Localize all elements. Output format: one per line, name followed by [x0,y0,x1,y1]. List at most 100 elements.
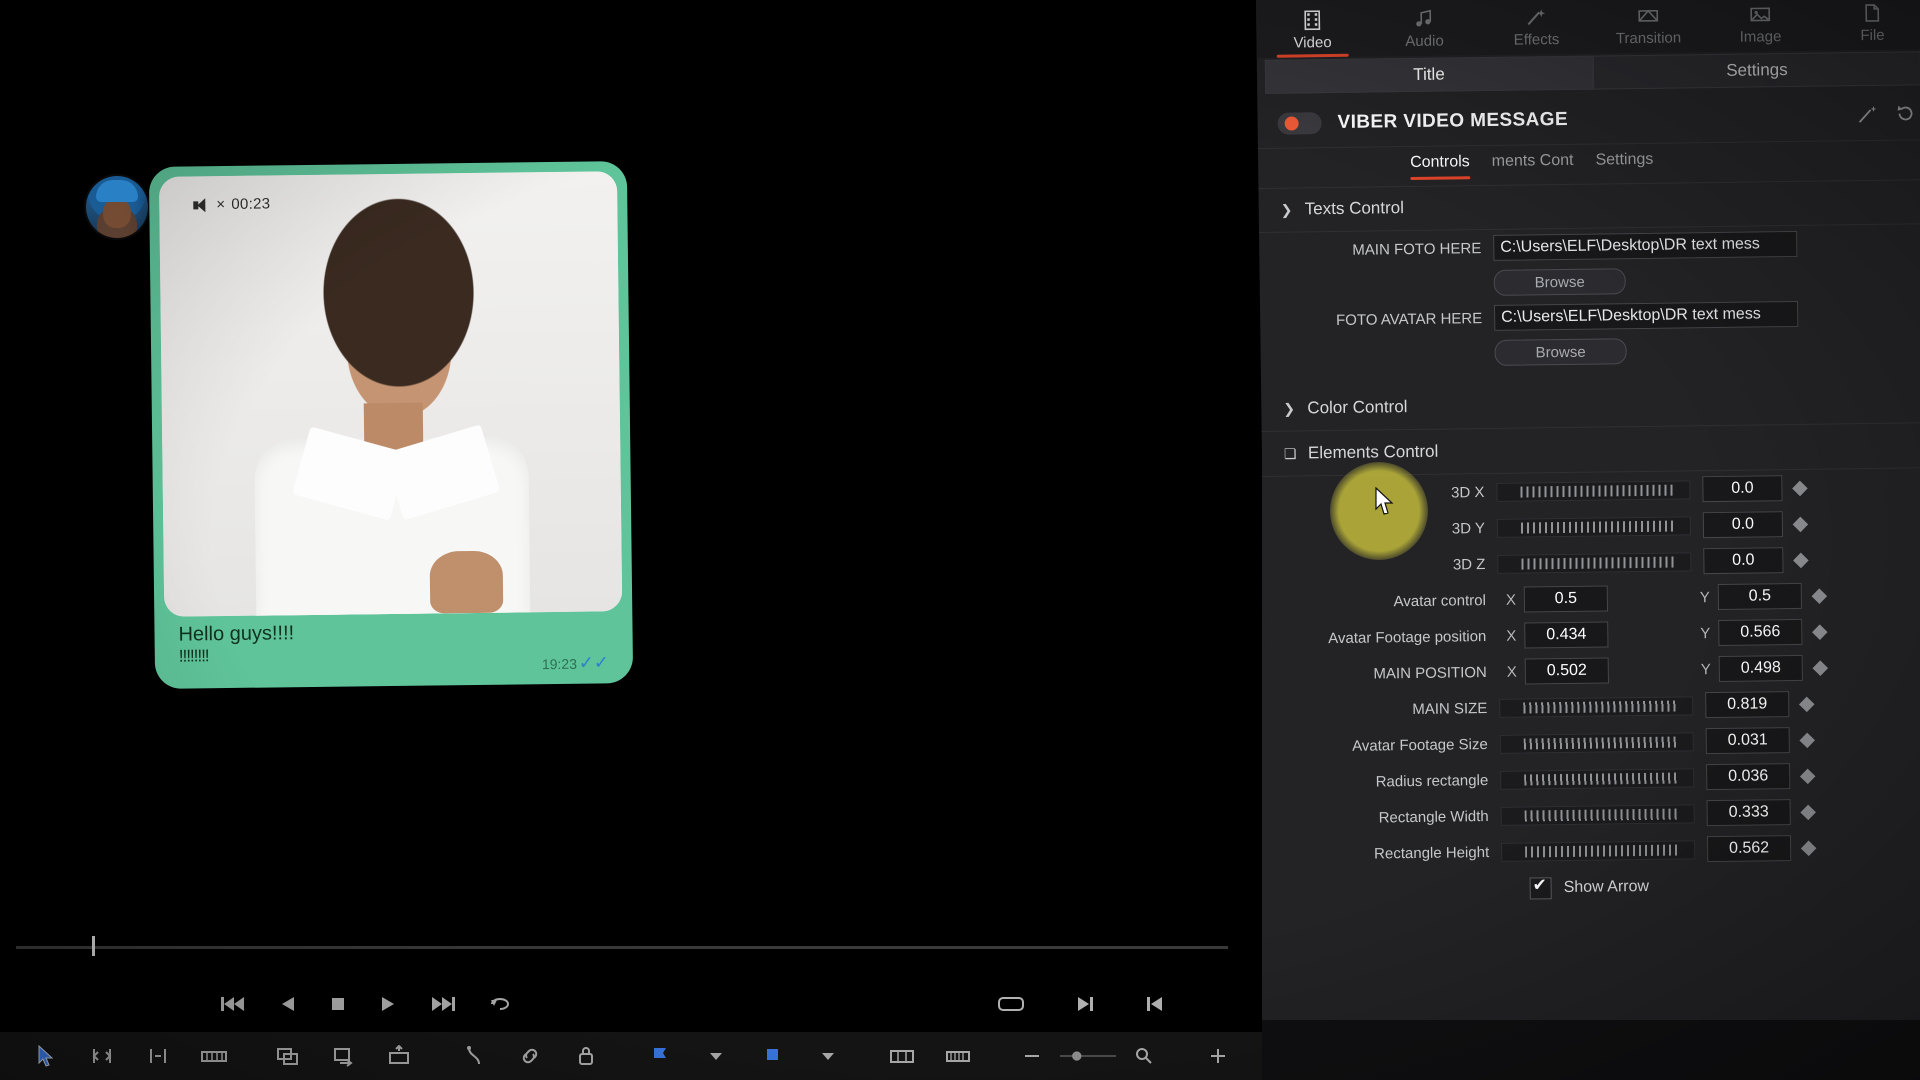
param-rectangle-width-label: Rectangle Width [1267,807,1501,827]
param-avatar-footage-position-keyframe-diamond-icon[interactable] [1812,624,1828,640]
trim-edit-tool[interactable] [74,1032,130,1080]
param-main-size-slider[interactable] [1499,696,1693,718]
play-forward-button[interactable] [378,994,398,1014]
param-main-position-x-value[interactable]: 0.502 [1525,657,1609,684]
flag-tool[interactable] [632,1032,688,1080]
param-radius-rectangle-label: Radius rectangle [1266,771,1500,791]
param-3d-z-value[interactable]: 0.0 [1703,547,1783,574]
keyframe-wand-icon[interactable] [1857,103,1879,128]
tab-video[interactable]: Video [1256,10,1369,58]
fit-viewer-button[interactable] [996,994,1026,1014]
main-foto-browse-button[interactable]: Browse [1494,268,1626,296]
dynamic-trim-tool[interactable] [130,1032,186,1080]
position-lock-tool[interactable] [874,1032,930,1080]
foto-avatar-here-input[interactable]: C:\Users\ELF\Desktop\DR text mess [1494,301,1798,331]
param-3d-y-keyframe-diamond-icon[interactable] [1793,516,1809,532]
param-main-size-value[interactable]: 0.819 [1705,691,1789,718]
chat-bubble: × 00:23 Hello guys!!!! !!!!!!!! 19:23 ✓✓ [149,161,633,689]
viewer-scrubber[interactable] [16,946,1228,949]
magic-wand-icon [1525,7,1547,27]
tab-effects[interactable]: Effects [1480,7,1593,55]
main-foto-here-input[interactable]: C:\Users\ELF\Desktop\DR text mess [1493,231,1797,261]
segment-title[interactable]: Title [1265,56,1593,94]
param-3d-y-slider[interactable] [1497,516,1691,538]
viewer-canvas[interactable]: × 00:23 Hello guys!!!! !!!!!!!! 19:23 ✓✓ [0,0,1262,925]
playhead[interactable] [92,936,95,956]
show-arrow-row: Show Arrow [1267,864,1920,911]
linked-selection-tool[interactable] [502,1032,558,1080]
param-rectangle-width-slider[interactable] [1501,804,1695,826]
param-main-size-keyframe-diamond-icon[interactable] [1799,696,1815,712]
snapping-tool[interactable] [446,1032,502,1080]
chevron-right-icon: ❯ [1283,400,1295,417]
param-rectangle-height-value[interactable]: 0.562 [1707,835,1791,862]
razor-edit-tool[interactable] [186,1032,242,1080]
add-track-plus-icon[interactable] [1190,1032,1246,1080]
param-avatar-footage-position-x-value[interactable]: 0.434 [1524,621,1608,648]
transport-controls [0,975,1232,1033]
lock-track-tool[interactable] [558,1032,614,1080]
jump-to-first-frame-button[interactable] [218,994,248,1014]
clip-enable-toggle[interactable] [1277,112,1321,135]
param-3d-x-slider[interactable] [1496,480,1690,502]
zoom-magnifier-icon[interactable] [1116,1032,1172,1080]
param-rectangle-width-value[interactable]: 0.333 [1707,799,1791,826]
show-arrow-checkbox[interactable] [1530,877,1552,899]
loop-button[interactable] [488,994,512,1014]
param-rectangle-width-keyframe-diamond-icon[interactable] [1800,804,1816,820]
play-reverse-button[interactable] [278,994,298,1014]
param-main-position-y-value[interactable]: 0.498 [1719,655,1803,682]
param-rectangle-height-label: Rectangle Height [1267,843,1501,863]
marker-dropdown-chevron-down-icon[interactable] [800,1032,856,1080]
subtab-settings[interactable]: Settings [1595,151,1653,178]
segment-settings[interactable]: Settings [1593,51,1920,89]
zoom-out-icon[interactable] [1004,1032,1060,1080]
foto-avatar-browse-button[interactable]: Browse [1494,338,1626,366]
param-radius-rectangle-keyframe-diamond-icon[interactable] [1800,768,1816,784]
tab-file[interactable]: File [1816,2,1920,50]
mark-in-button[interactable] [1074,994,1096,1014]
image-icon [1749,4,1771,24]
param-avatar-footage-position-y-value[interactable]: 0.566 [1718,619,1802,646]
show-arrow-label: Show Arrow [1564,878,1650,897]
param-radius-rectangle-value[interactable]: 0.036 [1706,763,1790,790]
param-3d-x-keyframe-diamond-icon[interactable] [1792,480,1808,496]
chat-bubble-media: × 00:23 [159,171,622,617]
flag-dropdown-chevron-down-icon[interactable] [688,1032,744,1080]
tab-transition[interactable]: Transition [1592,5,1705,53]
speaker-mute-icon [193,198,210,212]
tab-image[interactable]: Image [1704,4,1817,52]
param-radius-rectangle-slider[interactable] [1500,768,1694,790]
param-3d-z-keyframe-diamond-icon[interactable] [1793,552,1809,568]
inspector-bottom-fill [1262,1020,1920,1080]
param-avatar-control-y-value[interactable]: 0.5 [1718,583,1802,610]
param-avatar-footage-size-keyframe-diamond-icon[interactable] [1799,732,1815,748]
param-rectangle-height-slider[interactable] [1501,840,1695,862]
jump-to-last-frame-button[interactable] [428,994,458,1014]
param-avatar-footage-size-slider[interactable] [1500,732,1694,754]
param-avatar-control-x-value[interactable]: 0.5 [1524,585,1608,612]
insert-clip-tool[interactable] [260,1032,316,1080]
param-avatar-control-keyframe-diamond-icon[interactable] [1812,588,1828,604]
place-on-top-tool[interactable] [372,1032,428,1080]
param-3d-z-slider[interactable] [1497,552,1691,574]
subtab-ments-cont[interactable]: ments Cont [1492,152,1574,179]
zoom-slider[interactable] [1060,1032,1116,1080]
param-avatar-footage-size-value[interactable]: 0.031 [1706,727,1790,754]
reset-icon[interactable] [1895,103,1915,128]
stop-button[interactable] [328,994,348,1014]
audio-waveform-tool[interactable] [930,1032,986,1080]
overwrite-clip-tool[interactable] [316,1032,372,1080]
subtab-controls[interactable]: Controls [1410,153,1470,180]
chevron-down-icon: ❏ [1284,445,1296,462]
param-3d-z-label: 3D Z [1263,555,1497,575]
tab-audio[interactable]: Audio [1368,8,1481,56]
param-main-position-keyframe-diamond-icon[interactable] [1813,660,1829,676]
param-rectangle-height-keyframe-diamond-icon[interactable] [1801,840,1817,856]
selection-arrow-tool[interactable] [18,1032,74,1080]
marker-tool[interactable] [744,1032,800,1080]
tab-effects-label: Effects [1514,31,1560,49]
param-3d-y-value[interactable]: 0.0 [1703,511,1783,538]
mark-out-button[interactable] [1144,994,1166,1014]
param-3d-x-value[interactable]: 0.0 [1702,475,1782,502]
